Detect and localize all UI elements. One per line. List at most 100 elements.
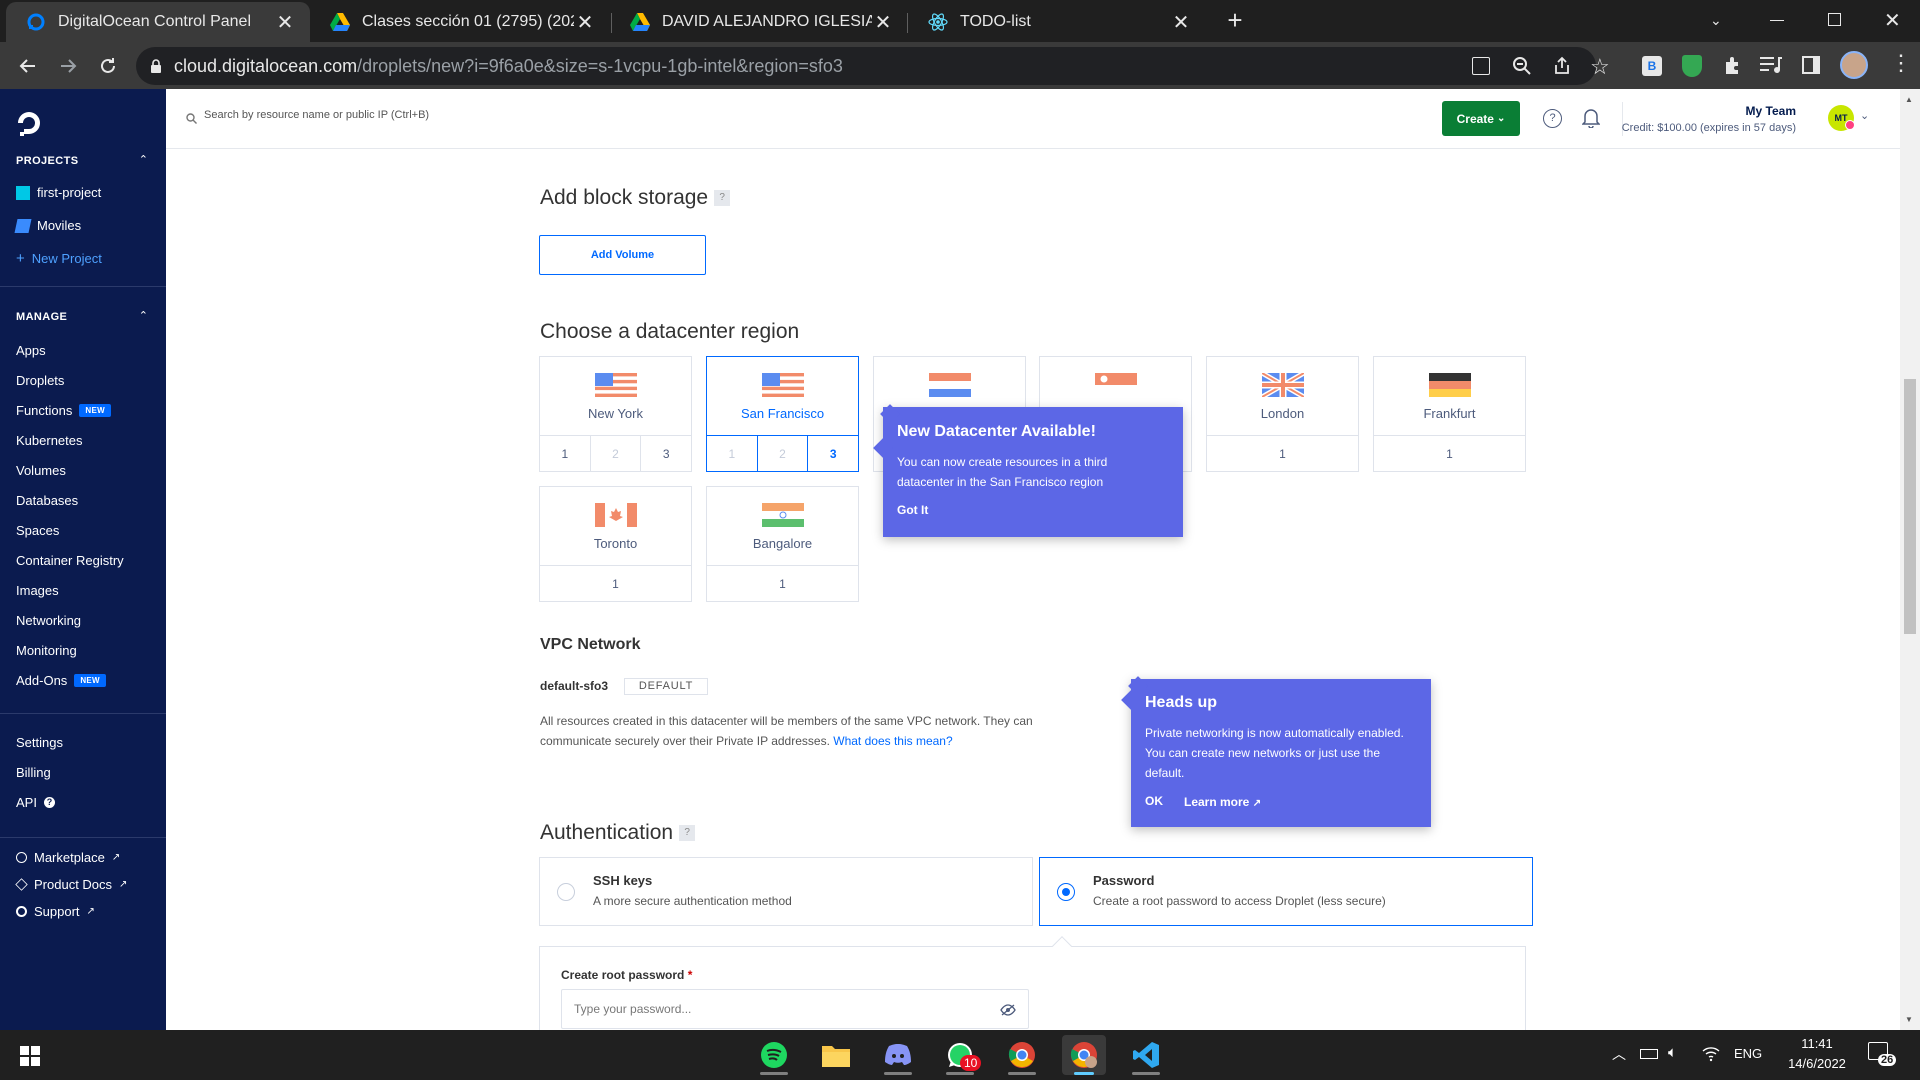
restore-icon[interactable] (1828, 13, 1841, 26)
scroll-up-arrow[interactable]: ▲ (1905, 95, 1913, 104)
tab-david[interactable]: DAVID ALEJANDRO IGLESIAS MO ✕ (610, 2, 908, 42)
tab-search-icon[interactable]: ⌄ (1710, 12, 1722, 29)
clock-date[interactable]: 14/6/2022 (1776, 1056, 1858, 1071)
back-icon[interactable] (14, 52, 42, 80)
datacenter-option[interactable]: 1 (707, 436, 758, 472)
chevron-down-icon[interactable]: ⌄ (1860, 109, 1869, 122)
page-scrollbar[interactable]: ▲ ▼ (1900, 89, 1920, 1030)
language-indicator[interactable]: ENG (1734, 1046, 1762, 1061)
datacenter-option[interactable]: 1 (540, 566, 691, 602)
file-explorer-icon[interactable] (814, 1035, 858, 1075)
what-does-this-mean-link[interactable]: What does this mean? (833, 734, 952, 748)
auth-option-ssh-keys[interactable]: SSH keys A more secure authentication me… (539, 857, 1033, 926)
show-hidden-icons[interactable]: ︿ (1612, 1044, 1626, 1064)
reload-icon[interactable] (94, 52, 122, 80)
add-volume-button[interactable]: Add Volume (539, 235, 706, 275)
forward-icon[interactable] (54, 52, 82, 80)
close-tab-icon[interactable]: ✕ (574, 11, 596, 34)
sidebar-item-droplets[interactable]: Droplets (16, 373, 64, 388)
spotify-icon[interactable] (752, 1035, 796, 1075)
sidebar-item-container-registry[interactable]: Container Registry (16, 553, 124, 568)
volume-icon[interactable]: 🔈︎ (1668, 1044, 1677, 1061)
sidebar-item-functions[interactable]: Functions NEW (16, 403, 111, 418)
eye-icon[interactable] (1000, 1004, 1016, 1016)
region-toronto[interactable]: Toronto 1 (539, 486, 692, 602)
datacenter-option[interactable]: 3 (641, 436, 691, 472)
datacenter-option-selected[interactable]: 3 (808, 436, 858, 472)
media-control-icon[interactable] (1760, 56, 1782, 74)
digitalocean-logo[interactable] (16, 110, 42, 136)
clock-time[interactable]: 11:41 (1794, 1036, 1840, 1051)
sidebar-item-add-ons[interactable]: Add-Ons NEW (16, 673, 106, 688)
translate-icon[interactable] (1472, 57, 1490, 75)
sidebar-item-networking[interactable]: Networking (16, 613, 81, 628)
sidebar-link-product-docs[interactable]: Product Docs ↗ (15, 877, 127, 892)
sidebar-item-monitoring[interactable]: Monitoring (16, 643, 77, 658)
close-tab-icon[interactable]: ✕ (872, 11, 894, 34)
sidebar-project-moviles[interactable]: Moviles (14, 218, 81, 233)
chrome-icon[interactable] (1000, 1035, 1044, 1075)
region-frankfurt[interactable]: Frankfurt 1 (1373, 356, 1526, 472)
region-london[interactable]: London 1 (1206, 356, 1359, 472)
minimize-icon[interactable] (1770, 20, 1784, 21)
learn-more-link[interactable]: Learn more ↗ (1184, 795, 1261, 809)
profile-avatar[interactable] (1840, 51, 1868, 79)
region-new-york[interactable]: New York 1 2 3 (539, 356, 692, 472)
sidebar-link-marketplace[interactable]: Marketplace ↗ (16, 850, 120, 865)
wifi-icon[interactable] (1702, 1046, 1720, 1062)
sidebar-item-api[interactable]: API? (16, 795, 55, 810)
side-panel-icon[interactable] (1802, 56, 1820, 74)
extension-b-icon[interactable]: B (1642, 56, 1662, 76)
windows-start-icon[interactable] (20, 1046, 40, 1066)
tab-clases[interactable]: Clases sección 01 (2795) (2022-0 ✕ (310, 2, 610, 42)
sidebar-item-billing[interactable]: Billing (16, 765, 51, 780)
battery-icon[interactable] (1640, 1049, 1658, 1059)
tab-todo[interactable]: TODO-list ✕ (908, 2, 1206, 42)
close-window-icon[interactable]: ✕ (1884, 8, 1901, 33)
datacenter-option[interactable]: 1 (1374, 436, 1525, 472)
region-san-francisco[interactable]: San Francisco 1 2 3 (706, 356, 859, 472)
vscode-icon[interactable] (1124, 1035, 1168, 1075)
address-bar[interactable]: cloud.digitalocean.com/droplets/new?i=9f… (136, 47, 1610, 85)
sidebar-item-databases[interactable]: Databases (16, 493, 78, 508)
help-icon[interactable]: ? (714, 190, 731, 207)
sidebar-item-kubernetes[interactable]: Kubernetes (16, 433, 83, 448)
whatsapp-icon[interactable]: 10 (938, 1035, 982, 1075)
share-icon[interactable] (1552, 56, 1572, 76)
region-bangalore[interactable]: Bangalore 1 (706, 486, 859, 602)
close-tab-icon[interactable]: ✕ (1170, 11, 1192, 34)
team-name[interactable]: My Team (1646, 104, 1796, 118)
sidebar-item-settings[interactable]: Settings (16, 735, 63, 750)
auth-option-password[interactable]: Password Create a root password to acces… (1039, 857, 1533, 926)
got-it-button[interactable]: Got It (897, 503, 928, 517)
datacenter-option[interactable]: 1 (707, 566, 858, 602)
discord-icon[interactable] (876, 1035, 920, 1075)
datacenter-option[interactable]: 1 (540, 436, 591, 472)
chrome-profile-icon[interactable] (1062, 1035, 1106, 1075)
ok-button[interactable]: OK (1145, 794, 1163, 808)
password-radio[interactable] (1057, 883, 1075, 901)
sidebar-link-support[interactable]: Support ↗ (16, 904, 95, 919)
shield-extension-icon[interactable] (1682, 55, 1702, 77)
bookmark-star-icon[interactable]: ☆ (1590, 54, 1610, 80)
scrollbar-thumb[interactable] (1904, 379, 1916, 634)
search-input[interactable]: Search by resource name or public IP (Ct… (204, 109, 604, 127)
extensions-puzzle-icon[interactable] (1722, 54, 1744, 76)
tab-digitalocean[interactable]: DigitalOcean Control Panel ✕ (6, 2, 310, 42)
sidebar-item-volumes[interactable]: Volumes (16, 463, 66, 478)
datacenter-option[interactable]: 1 (1207, 436, 1358, 472)
sidebar-project-first-project[interactable]: first-project (16, 185, 101, 200)
datacenter-option[interactable]: 2 (591, 436, 642, 472)
new-project-link[interactable]: + New Project (16, 250, 102, 267)
close-tab-icon[interactable]: ✕ (274, 11, 296, 34)
scroll-down-arrow[interactable]: ▼ (1905, 1015, 1913, 1024)
help-icon[interactable]: ? (679, 825, 696, 842)
chevron-up-icon[interactable]: ⌃ (139, 153, 148, 166)
browser-menu-icon[interactable]: ⋮ (1890, 52, 1912, 74)
datacenter-option[interactable]: 2 (758, 436, 809, 472)
sidebar-item-apps[interactable]: Apps (16, 343, 46, 358)
password-input[interactable]: Type your password... (561, 989, 1029, 1029)
create-button[interactable]: Create ⌄ (1442, 101, 1520, 136)
chevron-up-icon[interactable]: ⌃ (139, 309, 148, 322)
new-tab-icon[interactable]: + (1222, 7, 1248, 34)
